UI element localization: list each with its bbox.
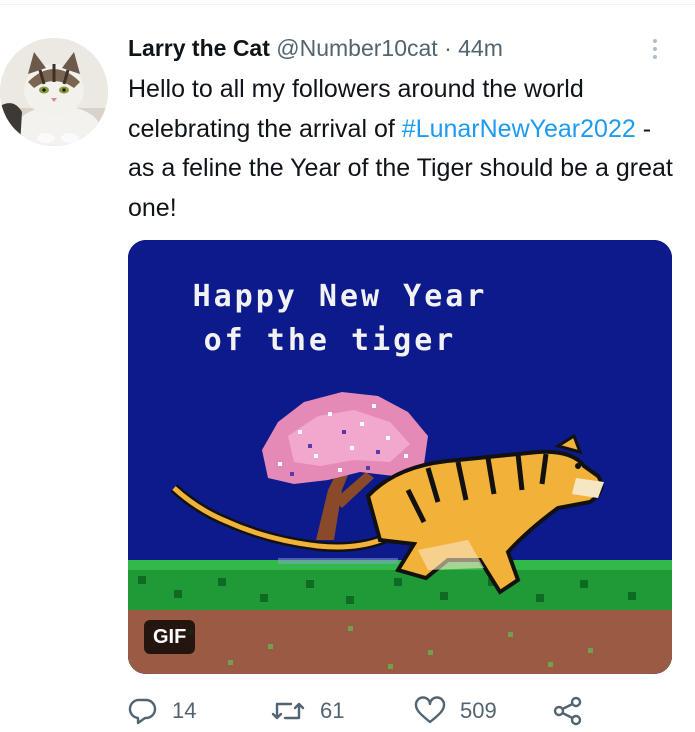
avatar-cat-image bbox=[0, 38, 108, 146]
more-vertical-icon[interactable] bbox=[644, 34, 666, 64]
tweet-timestamp[interactable]: 44m bbox=[458, 35, 503, 61]
tweet-actions: 14 61 509 bbox=[128, 696, 688, 732]
retweet-icon bbox=[271, 702, 305, 720]
gif-title-line2: of the tiger bbox=[204, 323, 457, 358]
reply-count: 14 bbox=[172, 698, 197, 723]
separator-dot: · bbox=[444, 35, 452, 61]
top-divider bbox=[0, 4, 695, 5]
tweet-media-gif[interactable]: Happy New Year of the tiger GIF bbox=[128, 240, 672, 674]
share-icon bbox=[553, 696, 582, 726]
retweet-count: 61 bbox=[320, 698, 345, 723]
gif-image: Happy New Year of the tiger bbox=[128, 240, 672, 674]
tweet-text: Hello to all my followers around the wor… bbox=[128, 70, 678, 228]
retweet-button[interactable]: 61 bbox=[270, 696, 344, 726]
gif-badge: GIF bbox=[144, 620, 196, 654]
heart-icon bbox=[414, 696, 446, 724]
like-button[interactable]: 509 bbox=[414, 696, 497, 726]
share-button[interactable] bbox=[552, 696, 584, 726]
hashtag-link[interactable]: #LunarNewYear2022 bbox=[402, 115, 636, 143]
avatar[interactable] bbox=[0, 38, 108, 146]
reply-button[interactable]: 14 bbox=[128, 696, 196, 726]
gif-title-line1: Happy New Year bbox=[193, 279, 488, 314]
author-handle[interactable]: @Number10cat bbox=[276, 35, 437, 61]
tweet-header: Larry the Cat @Number10cat · 44m bbox=[128, 32, 503, 64]
author-name[interactable]: Larry the Cat bbox=[128, 35, 270, 61]
reply-icon bbox=[128, 698, 157, 725]
like-count: 509 bbox=[460, 698, 497, 723]
